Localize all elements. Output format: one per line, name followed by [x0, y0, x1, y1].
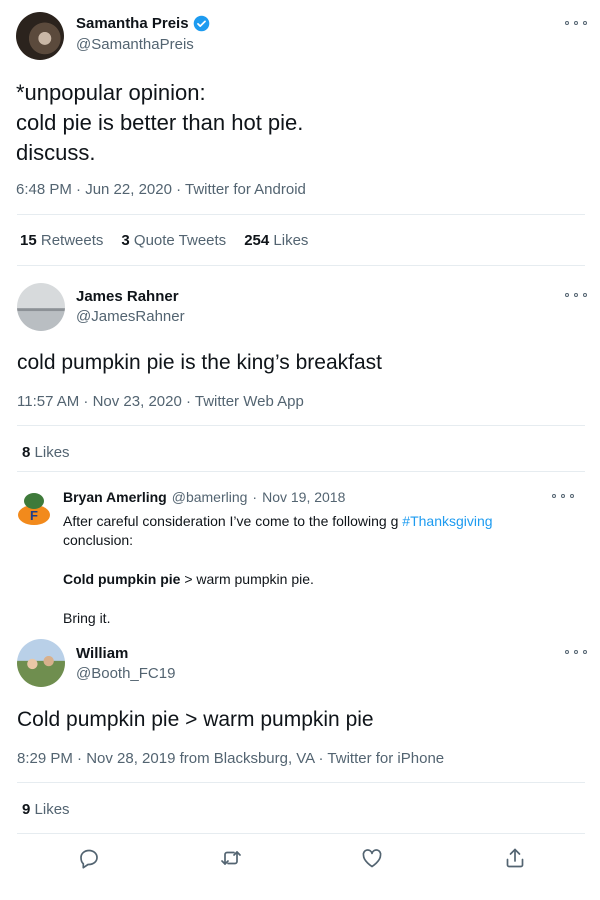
author-name[interactable]: James Rahner — [76, 288, 179, 305]
stat-label: Quote Tweets — [133, 232, 227, 249]
divider — [17, 214, 585, 215]
tweet-text-line: cold pie is better than hot pie. — [16, 110, 304, 135]
author-handle[interactable]: @bamerling — [172, 489, 248, 505]
divider — [17, 782, 585, 783]
engagement-stats: 15 Retweets 3 Quote Tweets 254 Likes — [20, 232, 308, 249]
reply-meta[interactable]: 11:57 AM · Nov 23, 2020 · Twitter Web Ap… — [17, 393, 304, 410]
quoted-bold-text: Cold pumpkin pie — [63, 571, 181, 587]
avatar-samantha[interactable] — [16, 12, 64, 60]
quoted-text-line: Cold pumpkin pie > warm pumpkin pie. — [63, 571, 314, 587]
quoted-text-part: > warm pumpkin pie. — [180, 571, 314, 587]
svg-text:F: F — [30, 508, 38, 523]
stat-count: 9 — [22, 801, 31, 818]
reply-text: cold pumpkin pie is the king’s breakfast — [17, 351, 382, 374]
author-name[interactable]: Samantha Preis — [76, 15, 189, 32]
avatar-william[interactable] — [17, 639, 65, 687]
author-handle[interactable]: @Booth_FC19 — [76, 665, 175, 682]
stat-count: 3 — [121, 232, 130, 249]
stat-label: Likes — [34, 444, 70, 461]
quoted-text-line: conclusion: — [63, 532, 134, 548]
quoted-text-part: After careful consideration I’ve come to… — [63, 513, 399, 529]
quote-tweets-stat[interactable]: 3 Quote Tweets — [121, 232, 226, 249]
quoted-text-line: After careful consideration I’ve come to… — [63, 512, 493, 531]
likes-stat[interactable]: 254 Likes — [244, 232, 308, 249]
share-icon[interactable] — [503, 846, 527, 870]
divider — [17, 425, 585, 426]
more-options-icon[interactable] — [565, 16, 587, 30]
stat-count: 15 — [20, 232, 37, 249]
reply-meta[interactable]: 8:29 PM · Nov 28, 2019 from Blacksburg, … — [17, 750, 444, 767]
more-options-icon[interactable] — [565, 288, 587, 302]
reply-text: Cold pumpkin pie > warm pumpkin pie — [17, 708, 374, 731]
retweet-icon[interactable] — [219, 846, 243, 870]
author-handle[interactable]: @JamesRahner — [76, 308, 185, 325]
author-name[interactable]: Bryan Amerling — [63, 489, 167, 505]
retweets-stat[interactable]: 15 Retweets — [20, 232, 103, 249]
more-options-icon[interactable] — [565, 645, 587, 659]
stat-label: Likes — [34, 801, 70, 818]
tweet-date[interactable]: Nov 19, 2018 — [262, 489, 345, 505]
reply-icon[interactable] — [77, 846, 101, 870]
tweet-text: *unpopular opinion: cold pie is better t… — [16, 78, 303, 168]
avatar-james[interactable] — [17, 283, 65, 331]
avatar-bryan[interactable]: F — [12, 487, 56, 531]
divider — [17, 265, 585, 266]
quoted-text: After careful consideration I’ve come to… — [63, 512, 493, 550]
tweet-text-line: discuss. — [16, 140, 96, 165]
likes-stat[interactable]: 9 Likes — [22, 801, 70, 818]
more-options-icon[interactable] — [552, 489, 574, 503]
tweet-meta[interactable]: 6:48 PM · Jun 22, 2020 · Twitter for And… — [16, 181, 306, 198]
tweet-text-line: *unpopular opinion: — [16, 80, 206, 105]
stat-count: 254 — [244, 232, 270, 249]
stat-label: Likes — [273, 232, 309, 249]
quoted-header: Bryan Amerling @bamerling · Nov 19, 2018 — [63, 489, 345, 505]
author-name[interactable]: William — [76, 645, 128, 662]
stat-count: 8 — [22, 444, 31, 461]
quoted-text-line: Bring it. — [63, 610, 111, 626]
verified-badge-icon — [193, 15, 210, 32]
divider — [17, 471, 585, 472]
author-handle[interactable]: @SamanthaPreis — [76, 36, 194, 53]
stat-label: Retweets — [40, 232, 104, 249]
hashtag-link[interactable]: #Thanksgiving — [402, 513, 492, 529]
dot-separator: · — [252, 489, 258, 505]
likes-stat[interactable]: 8 Likes — [22, 444, 70, 461]
like-icon[interactable] — [360, 846, 384, 870]
divider — [17, 833, 585, 834]
